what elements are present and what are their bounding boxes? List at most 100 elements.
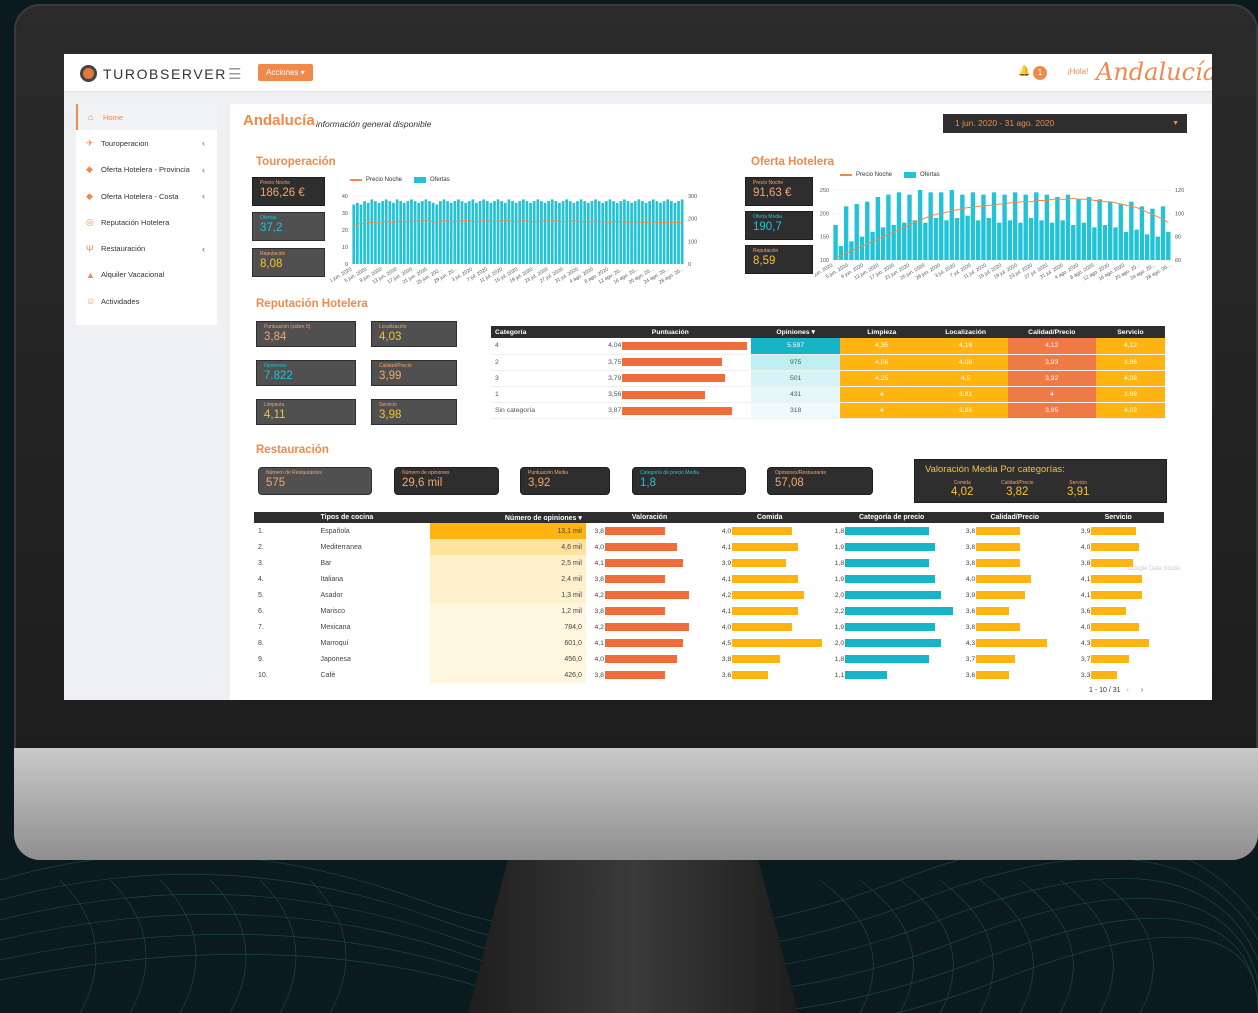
bar — [413, 201, 417, 264]
sidebar-item-touroperacion[interactable]: ✈ Touroperacion ‹ — [76, 130, 217, 156]
bar — [1092, 227, 1097, 260]
bar — [500, 201, 504, 264]
cell-categoria-precio: 2,0 — [826, 587, 957, 603]
touroperacion-title: Touroperación — [256, 156, 336, 168]
col-header[interactable]: Número de opiniones ▾ — [430, 512, 586, 523]
sidebar-item-actividades[interactable]: ☺ Actividades — [76, 288, 217, 314]
app-logo[interactable]: TUROBSERVER — [80, 65, 227, 82]
cutlery-icon: Ψ — [86, 243, 94, 254]
puntuacion-bar — [622, 341, 748, 350]
value-bar — [732, 527, 793, 535]
bar — [997, 222, 1002, 260]
logo-text: TUROBSERVER — [103, 65, 227, 82]
table-row[interactable]: 9. Japonesa 456,0 4,0 3,8 1,8 3,7 3,7 — [254, 651, 1164, 667]
table-row[interactable]: 3. Bar 2,5 mil 4,1 3,9 1,8 3,8 3,8 — [254, 555, 1164, 571]
restauracion-table: Tipos de cocina Número de opiniones ▾ Va… — [254, 512, 1164, 683]
bar — [457, 199, 460, 264]
sidebar-item-label: Touroperacion — [101, 138, 149, 148]
valoracion-value: 4,02 — [951, 486, 974, 498]
sidebar-item-home[interactable]: ⌂ Home — [76, 104, 217, 131]
table-row[interactable]: 5. Asador 1,3 mil 4,2 4,2 2,0 3,9 4,1 — [254, 587, 1164, 603]
bar — [572, 202, 576, 264]
sidebar-item-label: Oferta Hotelera - Costa — [101, 191, 179, 201]
value-bar — [845, 655, 930, 663]
cell-puntuacion: 3,87 — [589, 402, 752, 420]
bar — [507, 199, 511, 264]
bar — [991, 192, 997, 260]
bar — [540, 201, 543, 264]
col-header[interactable]: Calidad/Precio — [957, 512, 1073, 523]
cell-rank: 8. — [258, 639, 264, 647]
table-row[interactable]: 2. Mediterranea 4,6 mil 4,0 4,1 1,9 3,8 4,0 — [254, 539, 1164, 555]
sidebar-item-restauracion[interactable]: Ψ Restauración ‹ — [76, 235, 217, 261]
cell-servicio: 4,12 — [1095, 338, 1165, 355]
greeting: ¡Hola! — [1067, 67, 1089, 76]
bar-value: 4,1 — [721, 607, 732, 615]
cell-limpieza: 4 — [839, 386, 924, 404]
table-row[interactable]: 8. Marroquí 601,0 4,1 4,5 2,0 4,3 4,3 — [254, 635, 1164, 651]
col-header[interactable]: Opiniones ▾ — [751, 326, 840, 338]
actions-button[interactable]: Acciones ▾ — [258, 64, 313, 81]
sidebar-item-reputacion[interactable]: ◎ Reputación Hotelera — [76, 209, 217, 235]
table-row[interactable]: 2 3,75 975 4,06 4,06 3,93 3,86 — [491, 354, 1165, 371]
table-row[interactable]: 7. Mexicana 784,0 4,2 4,0 1,9 3,8 4,0 — [254, 619, 1164, 635]
cell-rank: 1. — [258, 527, 264, 535]
monitor-chin — [14, 748, 1258, 860]
col-header[interactable]: Limpieza — [839, 326, 924, 338]
col-header[interactable]: Localización — [923, 326, 1008, 338]
bell-icon[interactable]: 🔔 — [1018, 66, 1030, 77]
puntuacion-value: 3,56 — [608, 391, 622, 399]
table-row[interactable]: 1. Española 13,1 mil 3,8 4,0 1,8 3,8 3,9 — [254, 523, 1164, 539]
value-bar — [604, 575, 665, 583]
cell-servicio: 4,3 — [1072, 635, 1164, 651]
table-row[interactable]: 1 3,56 431 4 3,81 4 3,69 — [491, 386, 1165, 404]
table-row[interactable]: 10. Café 426,0 3,8 3,6 1,1 3,6 3,3 — [254, 667, 1164, 683]
bar — [402, 202, 406, 264]
date-range-picker[interactable]: 1 jun. 2020 - 31 ago. 2020 ▼ — [943, 114, 1187, 133]
sidebar-item-alquiler[interactable]: ▲ Alquiler Vacacional — [76, 262, 217, 288]
value-bar — [1091, 607, 1127, 615]
bar-value: 1,9 — [834, 623, 845, 631]
cell-calidad-precio: 3,8 — [957, 523, 1072, 539]
col-header[interactable]: Calidad/Precio — [1007, 326, 1096, 338]
bar — [1039, 220, 1044, 260]
col-header[interactable]: Servicio — [1095, 326, 1165, 338]
cell-rank: 6. — [258, 607, 264, 615]
col-header[interactable]: Puntuación — [589, 326, 752, 338]
cell-calidad-precio: 4,12 — [1007, 338, 1096, 355]
col-header[interactable]: Categoría de precio — [826, 512, 958, 523]
chevron-left-icon[interactable]: ‹ — [1127, 687, 1129, 694]
table-row[interactable]: 6. Marisco 1,2 mil 3,8 4,1 2,2 3,6 3,6 — [254, 603, 1164, 619]
value-bar — [1091, 655, 1130, 663]
y-axis-tick-label: 100 — [820, 258, 829, 264]
sidebar-item-oferta-costa[interactable]: ◆ Oferta Hotelera - Costa ‹ — [76, 183, 217, 209]
chevron-right-icon[interactable]: › — [1141, 687, 1143, 694]
menu-icon[interactable]: ☰ — [228, 65, 241, 83]
bar — [568, 201, 572, 264]
bar — [1155, 236, 1160, 260]
col-header[interactable]: Categoría — [491, 326, 590, 338]
value-bar — [1091, 575, 1143, 583]
col-header[interactable]: Comida — [713, 512, 827, 523]
col-header[interactable]: Servicio — [1072, 512, 1164, 523]
bar-value: 4,0 — [594, 655, 604, 663]
table-row[interactable]: 3 3,79 501 4,25 4,5 3,92 4,08 — [491, 370, 1165, 388]
bar-value: 4,0 — [1080, 623, 1091, 631]
pager-range: 1 - 10 / 31 — [1089, 687, 1121, 694]
cell-comida: 4,5 — [713, 635, 826, 651]
table-row[interactable]: Sin categoría 3,87 318 4 3,86 3,95 4,03 — [491, 402, 1165, 420]
kpi-value: 8,59 — [753, 255, 776, 267]
bar-value: 3,8 — [965, 559, 976, 567]
col-header[interactable]: Valoración — [585, 512, 714, 523]
bar — [406, 201, 410, 264]
bar — [970, 192, 976, 260]
notification-badge[interactable]: 1 — [1033, 66, 1047, 80]
cell-puntuacion: 3,56 — [589, 386, 752, 404]
sidebar-item-oferta-provincia[interactable]: ◆ Oferta Hotelera - Provincia ‹ — [76, 157, 217, 183]
col-header[interactable]: Tipos de cocina — [312, 512, 431, 523]
table-row[interactable]: 4 4,04 5.597 4,35 4,19 4,12 4,12 — [491, 338, 1165, 355]
table-row[interactable]: 4. Italiana 2,4 mil 3,8 4,1 1,9 4,0 4,1 — [254, 571, 1164, 587]
cell-rank: 4. — [258, 575, 264, 583]
plane-icon: ✈ — [86, 137, 94, 148]
value-bar — [732, 671, 769, 679]
